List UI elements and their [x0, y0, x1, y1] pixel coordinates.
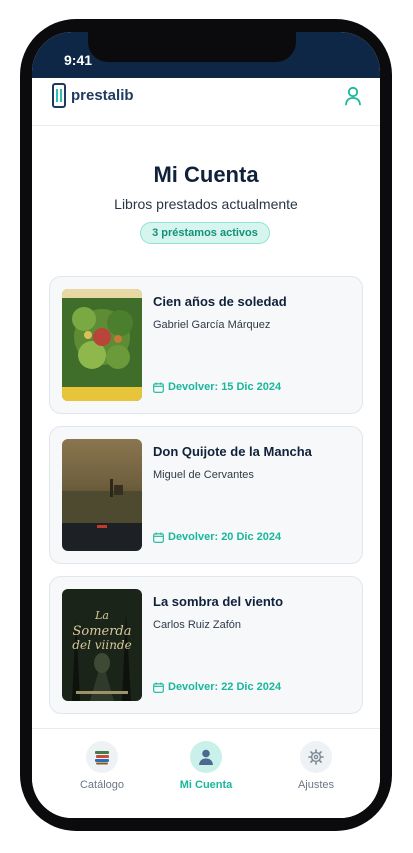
book-card[interactable]: La Somerda del viinde La sombra del vien…	[49, 576, 363, 714]
book-author: Miguel de Cervantes	[153, 469, 254, 481]
svg-text:del viinde: del viinde	[72, 638, 131, 652]
book-author: Gabriel García Márquez	[153, 319, 271, 331]
book-due-date: Devolver: 22 Dic 2024	[153, 681, 281, 693]
tab-label: Catálogo	[79, 779, 125, 791]
book-title: Don Quijote de la Mancha	[153, 444, 312, 459]
page-subtitle: Libros prestados actualmente	[114, 196, 298, 212]
notch	[88, 32, 296, 62]
book-due-date: Devolver: 15 Dic 2024	[153, 381, 281, 393]
screen: 9:41 prestalib Mi Cuenta Libros prestado…	[32, 32, 380, 818]
tab-bar: Catálogo Mi Cuenta Ajustes	[32, 728, 380, 818]
calendar-icon	[153, 682, 164, 693]
book-spine-icon	[52, 83, 66, 108]
book-title: Cien años de soledad	[153, 294, 287, 309]
tab-catalogo[interactable]: Catálogo	[47, 741, 157, 791]
book-cover-image: La Somerda del viinde	[62, 589, 142, 701]
svg-text:Somerda: Somerda	[72, 624, 131, 639]
svg-text:La: La	[94, 609, 109, 622]
app-header: prestalib	[32, 78, 380, 126]
gear-icon	[308, 749, 324, 765]
book-title: La sombra del viento	[153, 594, 284, 609]
book-card[interactable]: Don Quijote de la Mancha Miguel de Cerva…	[49, 426, 363, 564]
tab-icon-bg	[86, 741, 118, 773]
page-title: Mi Cuenta	[153, 162, 259, 187]
tab-label: Ajustes	[297, 779, 335, 791]
user-icon	[199, 749, 213, 765]
logo-text: prestalib	[71, 87, 134, 104]
due-date-text: Devolver: 20 Dic 2024	[168, 531, 282, 543]
books-icon	[95, 751, 109, 765]
tab-mi-cuenta[interactable]: Mi Cuenta	[151, 741, 261, 791]
tab-ajustes[interactable]: Ajustes	[261, 741, 371, 791]
book-due-date: Devolver: 20 Dic 2024	[153, 531, 281, 543]
calendar-icon	[153, 532, 164, 543]
book-author: Carlos Ruiz Zafón	[153, 619, 242, 631]
due-date-text: Devolver: 15 Dic 2024	[168, 381, 282, 393]
book-card[interactable]: Cien años de soledad Gabriel García Márq…	[49, 276, 363, 414]
book-cover-image	[62, 439, 142, 551]
book-cover-image	[62, 289, 142, 401]
calendar-icon	[153, 382, 164, 393]
active-loans-badge: 3 préstamos activos	[140, 222, 270, 244]
tab-icon-bg	[190, 741, 222, 773]
logo[interactable]: prestalib	[52, 83, 134, 108]
tab-icon-bg	[300, 741, 332, 773]
user-icon[interactable]	[344, 86, 362, 106]
tab-label: Mi Cuenta	[179, 779, 233, 791]
status-time: 9:41	[64, 52, 93, 68]
due-date-text: Devolver: 22 Dic 2024	[168, 681, 282, 693]
